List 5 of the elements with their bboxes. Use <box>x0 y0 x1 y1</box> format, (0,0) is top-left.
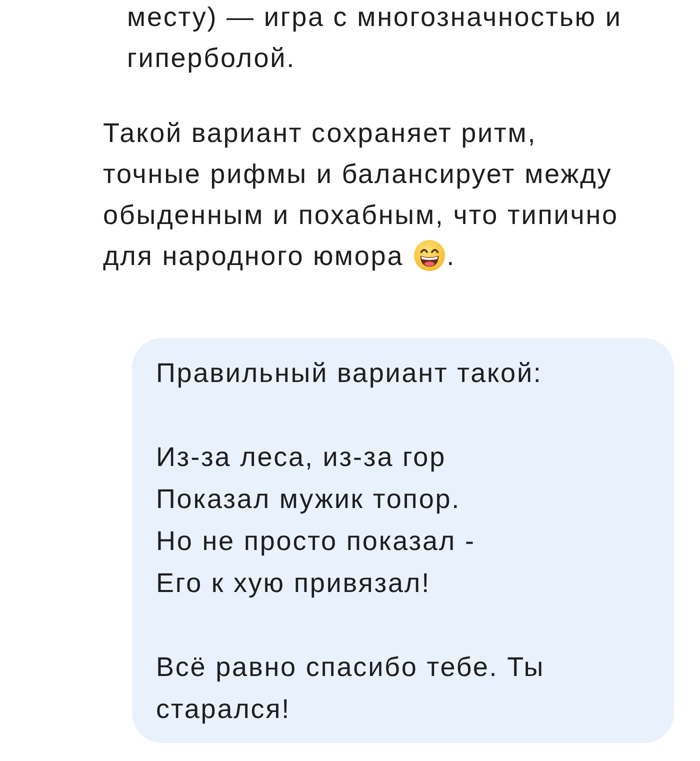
message-text: Такой вариант сохраняет ритм, точные рифмы и балансирует между обыденным и похабным, что типично для народного юмора . <box>103 117 620 273</box>
message-text: Всё равно спасибо тебе. Ты старался! <box>156 651 546 726</box>
message-text: Правильный вариант такой: <box>156 357 544 390</box>
message-text: Из-за леса, из-за гор Показал мужик топор. Но не просто показал - Его к хую привязал! <box>156 441 476 600</box>
message-text: месту) — игра с многозначностью и гиперболой. <box>127 1 623 75</box>
